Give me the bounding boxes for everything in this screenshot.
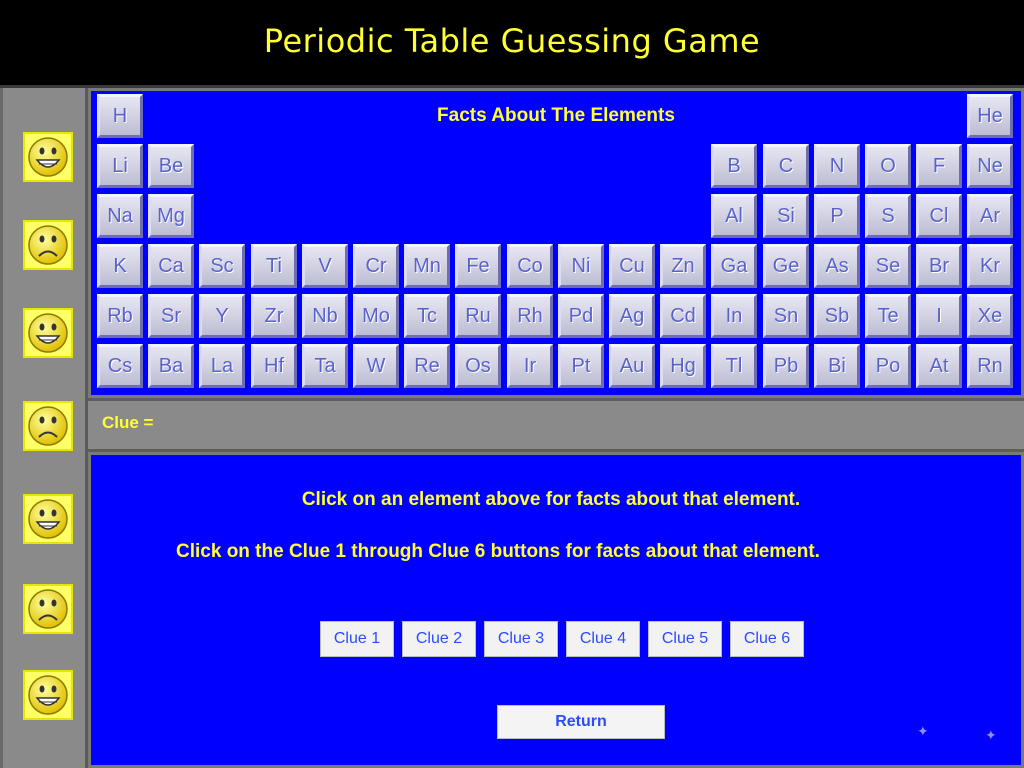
element-button[interactable]: H — [97, 94, 143, 138]
sparkle-icon: ✦ — [985, 727, 997, 743]
element-button[interactable]: Pb — [763, 344, 809, 388]
clue-label: Clue = — [102, 413, 154, 432]
element-button[interactable]: Au — [609, 344, 655, 388]
happy-face-icon — [23, 670, 73, 720]
element-button[interactable]: Kr — [967, 244, 1013, 288]
element-button[interactable]: Si — [763, 194, 809, 238]
element-button[interactable]: Co — [507, 244, 553, 288]
element-button[interactable]: Pt — [558, 344, 604, 388]
instruction-line-2: Click on the Clue 1 through Clue 6 butto… — [176, 541, 820, 562]
element-button[interactable]: Ag — [609, 294, 655, 338]
happy-face-icon — [23, 494, 73, 544]
element-button[interactable]: Ar — [967, 194, 1013, 238]
clue-4-button[interactable]: Clue 4 — [566, 621, 640, 657]
element-button[interactable]: Li — [97, 144, 143, 188]
element-button[interactable]: Nb — [302, 294, 348, 338]
element-button[interactable]: Cs — [97, 344, 143, 388]
element-button[interactable]: Sn — [763, 294, 809, 338]
element-button[interactable]: Tc — [404, 294, 450, 338]
clue-5-button[interactable]: Clue 5 — [648, 621, 722, 657]
element-button[interactable]: Sc — [199, 244, 245, 288]
element-button[interactable]: I — [916, 294, 962, 338]
element-button[interactable]: Mn — [404, 244, 450, 288]
sparkle-icon: ✦ — [917, 723, 929, 739]
element-button[interactable]: Rn — [967, 344, 1013, 388]
happy-face-icon — [23, 132, 73, 182]
happy-face-icon — [23, 308, 73, 358]
element-button[interactable]: Os — [455, 344, 501, 388]
sad-face-icon — [23, 584, 73, 634]
element-button[interactable]: Cl — [916, 194, 962, 238]
periodic-table: Facts About The Elements H He Li Be B C N O F Ne N… — [88, 88, 1024, 398]
element-button[interactable]: Pd — [558, 294, 604, 338]
element-button[interactable]: Ne — [967, 144, 1013, 188]
game-header: Periodic Table Guessing Game — [0, 0, 1024, 88]
return-button[interactable]: Return — [497, 705, 665, 739]
element-button[interactable]: Mo — [353, 294, 399, 338]
element-button[interactable]: Hg — [660, 344, 706, 388]
element-button[interactable]: Ba — [148, 344, 194, 388]
element-button[interactable]: Cd — [660, 294, 706, 338]
element-button[interactable]: Zn — [660, 244, 706, 288]
element-button[interactable]: At — [916, 344, 962, 388]
element-button[interactable]: Bi — [814, 344, 860, 388]
element-button[interactable]: Ni — [558, 244, 604, 288]
element-button[interactable]: Y — [199, 294, 245, 338]
element-button[interactable]: Br — [916, 244, 962, 288]
element-button[interactable]: F — [916, 144, 962, 188]
element-button[interactable]: N — [814, 144, 860, 188]
element-button[interactable]: Se — [865, 244, 911, 288]
element-button[interactable]: Mg — [148, 194, 194, 238]
element-button[interactable]: In — [711, 294, 757, 338]
element-button[interactable]: Rh — [507, 294, 553, 338]
element-button[interactable]: La — [199, 344, 245, 388]
element-button[interactable]: Ge — [763, 244, 809, 288]
element-button[interactable]: Sr — [148, 294, 194, 338]
element-button[interactable]: Be — [148, 144, 194, 188]
element-button[interactable]: W — [353, 344, 399, 388]
element-button[interactable]: Fe — [455, 244, 501, 288]
element-button[interactable]: Cr — [353, 244, 399, 288]
element-button[interactable]: Re — [404, 344, 450, 388]
element-button[interactable]: Cu — [609, 244, 655, 288]
element-button[interactable]: C — [763, 144, 809, 188]
element-button[interactable]: Ta — [302, 344, 348, 388]
element-button[interactable]: Tl — [711, 344, 757, 388]
element-button[interactable]: Sb — [814, 294, 860, 338]
sad-face-icon — [23, 401, 73, 451]
info-panel: Click on an element above for facts abou… — [88, 452, 1024, 768]
clue-6-button[interactable]: Clue 6 — [730, 621, 804, 657]
element-button[interactable]: K — [97, 244, 143, 288]
element-button[interactable]: V — [302, 244, 348, 288]
periodic-table-title: Facts About The Elements — [437, 105, 675, 126]
element-button[interactable]: Hf — [251, 344, 297, 388]
element-button[interactable]: Te — [865, 294, 911, 338]
element-button[interactable]: Ru — [455, 294, 501, 338]
element-button[interactable]: Ir — [507, 344, 553, 388]
element-button[interactable]: S — [865, 194, 911, 238]
element-button[interactable]: Ga — [711, 244, 757, 288]
element-button[interactable]: B — [711, 144, 757, 188]
clue-3-button[interactable]: Clue 3 — [484, 621, 558, 657]
element-button[interactable]: Rb — [97, 294, 143, 338]
element-button[interactable]: Xe — [967, 294, 1013, 338]
clue-2-button[interactable]: Clue 2 — [402, 621, 476, 657]
element-button[interactable]: O — [865, 144, 911, 188]
element-button[interactable]: He — [967, 94, 1013, 138]
element-button[interactable]: As — [814, 244, 860, 288]
clue-1-button[interactable]: Clue 1 — [320, 621, 394, 657]
element-button[interactable]: Ca — [148, 244, 194, 288]
element-button[interactable]: Zr — [251, 294, 297, 338]
element-button[interactable]: Po — [865, 344, 911, 388]
instruction-line-1: Click on an element above for facts abou… — [301, 489, 801, 510]
element-button[interactable]: Na — [97, 194, 143, 238]
score-sidebar — [0, 88, 88, 768]
clue-bar: Clue = — [88, 398, 1024, 452]
element-button[interactable]: Ti — [251, 244, 297, 288]
game-title: Periodic Table Guessing Game — [263, 22, 761, 60]
element-button[interactable]: Al — [711, 194, 757, 238]
sad-face-icon — [23, 220, 73, 270]
element-button[interactable]: P — [814, 194, 860, 238]
